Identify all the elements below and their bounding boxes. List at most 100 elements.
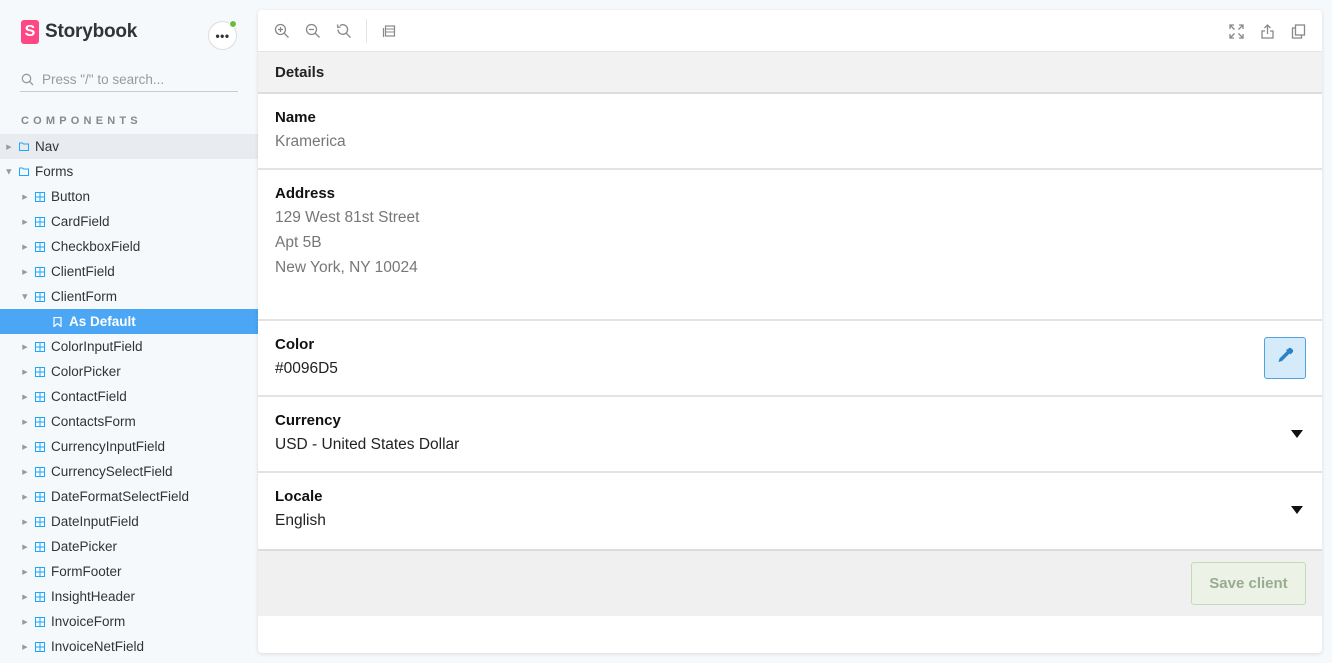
sidebar-item-label: ClientField bbox=[51, 264, 115, 279]
component-icon bbox=[35, 591, 45, 602]
sidebar-item-colorinputfield[interactable]: ▶ ColorInputField bbox=[0, 334, 258, 359]
component-icon bbox=[35, 266, 45, 277]
chevron-right-icon[interactable]: ▶ bbox=[21, 468, 29, 476]
brand[interactable]: S Storybook bbox=[21, 20, 137, 44]
sidebar-item-label: Forms bbox=[35, 164, 74, 179]
chevron-right-icon[interactable]: ▶ bbox=[21, 643, 29, 651]
sidebar-item-currencyselectfield[interactable]: ▶ CurrencySelectField bbox=[0, 459, 258, 484]
chevron-right-icon[interactable]: ▶ bbox=[21, 218, 29, 226]
chevron-right-icon[interactable]: ▶ bbox=[21, 568, 29, 576]
search-icon bbox=[20, 73, 34, 87]
toolbar-divider bbox=[366, 18, 367, 43]
sidebar-item-invoiceform[interactable]: ▶ InvoiceForm bbox=[0, 609, 258, 634]
currency-label: Currency bbox=[275, 412, 341, 429]
sidebar-item-checkboxfield[interactable]: ▶ CheckboxField bbox=[0, 234, 258, 259]
sidebar-item-colorpicker[interactable]: ▶ ColorPicker bbox=[0, 359, 258, 384]
fullscreen-icon[interactable] bbox=[1227, 22, 1245, 40]
toolbar bbox=[258, 10, 1322, 52]
section-title-components: COMPONENTS bbox=[21, 115, 142, 127]
color-value[interactable]: #0096D5 bbox=[275, 356, 1305, 381]
chevron-right-icon[interactable]: ▶ bbox=[21, 593, 29, 601]
sidebar-item-insightheader[interactable]: ▶ InsightHeader bbox=[0, 584, 258, 609]
chevron-right-icon[interactable]: ▶ bbox=[21, 543, 29, 551]
sidebar-item-label: ClientForm bbox=[51, 289, 118, 304]
chevron-right-icon[interactable]: ▶ bbox=[21, 343, 29, 351]
color-label: Color bbox=[275, 336, 315, 353]
sidebar-item-datepicker[interactable]: ▶ DatePicker bbox=[0, 534, 258, 559]
color-picker-button[interactable] bbox=[1264, 337, 1306, 379]
component-icon bbox=[35, 241, 45, 252]
form-header: Details bbox=[258, 52, 1322, 94]
sidebar-item-clientform[interactable]: ▶ ClientForm bbox=[0, 284, 258, 309]
sidebar-item-nav[interactable]: ▶ Nav bbox=[0, 134, 258, 159]
component-icon bbox=[35, 416, 45, 427]
name-value[interactable]: Kramerica bbox=[275, 129, 1305, 154]
sidebar-item-label: ContactField bbox=[51, 389, 127, 404]
chevron-right-icon[interactable]: ▶ bbox=[21, 443, 29, 451]
address-line-3[interactable]: New York, NY 10024 bbox=[275, 255, 1305, 280]
chevron-right-icon[interactable]: ▶ bbox=[21, 493, 29, 501]
chevron-right-icon[interactable]: ▶ bbox=[5, 143, 13, 151]
chevron-right-icon[interactable]: ▶ bbox=[21, 418, 29, 426]
sidebar-item-formfooter[interactable]: ▶ FormFooter bbox=[0, 559, 258, 584]
component-icon bbox=[35, 441, 45, 452]
name-field[interactable]: Name Kramerica bbox=[258, 94, 1322, 170]
address-line-1[interactable]: 129 West 81st Street bbox=[275, 205, 1305, 230]
chevron-right-icon[interactable]: ▶ bbox=[21, 268, 29, 276]
share-icon[interactable] bbox=[1258, 22, 1276, 40]
eyedropper-icon bbox=[1276, 347, 1294, 370]
component-icon bbox=[35, 566, 45, 577]
sidebar-item-dateinputfield[interactable]: ▶ DateInputField bbox=[0, 509, 258, 534]
zoom-out-icon[interactable] bbox=[304, 22, 322, 40]
component-icon bbox=[35, 491, 45, 502]
bookmark-icon bbox=[53, 316, 63, 327]
chevron-right-icon[interactable]: ▶ bbox=[21, 368, 29, 376]
currency-dropdown-icon[interactable] bbox=[1291, 430, 1303, 438]
component-icon bbox=[35, 391, 45, 402]
chevron-down-icon[interactable]: ▶ bbox=[21, 293, 29, 301]
sidebar-item-dateformatselectfield[interactable]: ▶ DateFormatSelectField bbox=[0, 484, 258, 509]
background-icon[interactable] bbox=[380, 22, 398, 40]
sidebar-item-label: Nav bbox=[35, 139, 60, 154]
chevron-down-icon[interactable]: ▶ bbox=[5, 168, 13, 176]
sidebar-item-cardfield[interactable]: ▶ CardField bbox=[0, 209, 258, 234]
sidebar-item-invoicenetfield[interactable]: ▶ InvoiceNetField bbox=[0, 634, 258, 659]
copy-icon[interactable] bbox=[1289, 22, 1307, 40]
zoom-reset-icon[interactable] bbox=[335, 22, 353, 40]
storybook-logo-icon: S bbox=[21, 20, 39, 44]
currency-value[interactable]: USD - United States Dollar bbox=[275, 432, 1305, 457]
chevron-right-icon[interactable]: ▶ bbox=[21, 193, 29, 201]
locale-field[interactable]: Locale English bbox=[258, 473, 1322, 541]
component-icon bbox=[35, 341, 45, 352]
color-field[interactable]: Color #0096D5 bbox=[258, 321, 1322, 397]
component-icon bbox=[35, 641, 45, 652]
address-line-2[interactable]: Apt 5B bbox=[275, 230, 1305, 255]
currency-field[interactable]: Currency USD - United States Dollar bbox=[258, 397, 1322, 473]
sidebar-item-contactfield[interactable]: ▶ ContactField bbox=[0, 384, 258, 409]
chevron-right-icon[interactable]: ▶ bbox=[21, 618, 29, 626]
sidebar-item-label: FormFooter bbox=[51, 564, 122, 579]
component-icon bbox=[35, 366, 45, 377]
address-field[interactable]: Address 129 West 81st Street Apt 5B New … bbox=[258, 170, 1322, 321]
chevron-right-icon[interactable]: ▶ bbox=[21, 518, 29, 526]
sidebar-item-label: InvoiceForm bbox=[51, 614, 126, 629]
sidebar-item-as-default[interactable]: As Default bbox=[0, 309, 258, 334]
save-client-button[interactable]: Save client bbox=[1191, 562, 1306, 605]
zoom-in-icon[interactable] bbox=[273, 22, 291, 40]
preview-panel: Details Name Kramerica Address 129 West … bbox=[258, 10, 1322, 653]
search-input[interactable] bbox=[42, 72, 232, 87]
chevron-right-icon[interactable]: ▶ bbox=[21, 243, 29, 251]
sidebar-item-contactsform[interactable]: ▶ ContactsForm bbox=[0, 409, 258, 434]
sidebar-item-label: ColorInputField bbox=[51, 339, 143, 354]
sidebar-item-forms[interactable]: ▶ Forms bbox=[0, 159, 258, 184]
chevron-right-icon[interactable]: ▶ bbox=[21, 393, 29, 401]
locale-dropdown-icon[interactable] bbox=[1291, 506, 1303, 514]
sidebar-item-label: ColorPicker bbox=[51, 364, 121, 379]
form-footer: Save client bbox=[258, 549, 1322, 616]
locale-value[interactable]: English bbox=[275, 508, 1305, 533]
sidebar-item-clientfield[interactable]: ▶ ClientField bbox=[0, 259, 258, 284]
address-label: Address bbox=[275, 185, 336, 202]
sidebar-item-label: ContactsForm bbox=[51, 414, 136, 429]
sidebar-item-button[interactable]: ▶ Button bbox=[0, 184, 258, 209]
sidebar-item-currencyinputfield[interactable]: ▶ CurrencyInputField bbox=[0, 434, 258, 459]
